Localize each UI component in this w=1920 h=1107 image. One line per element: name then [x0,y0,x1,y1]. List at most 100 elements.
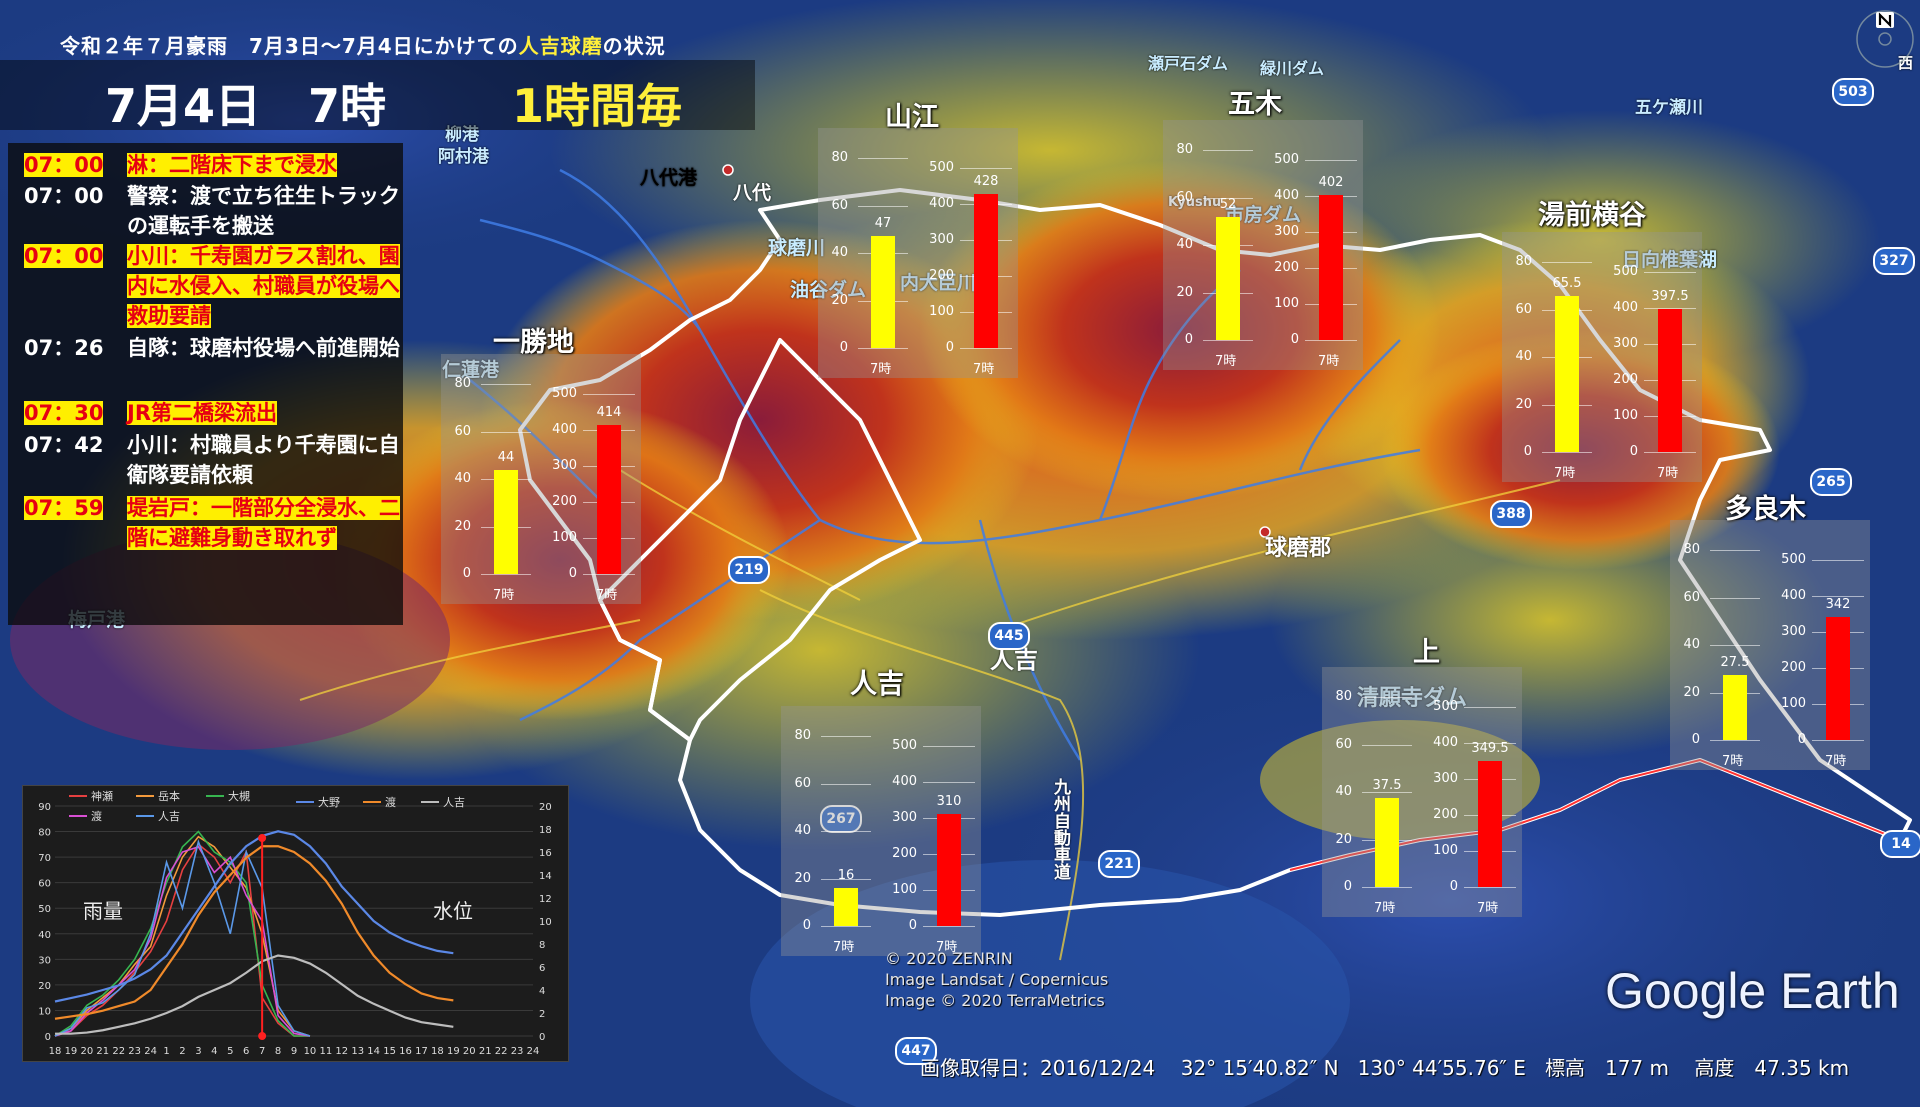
level-axis-tick: 0 [1290,332,1299,347]
level-axis-tick: 300 [1433,771,1458,786]
page-title: 令和２年７月豪雨 7月3日～7月4日にかけての人吉球磨の状況 [60,34,666,58]
right-axis-tick: 18 [539,825,552,836]
x-axis-tick: 1 [163,1046,169,1057]
level-axis-tick: 0 [945,340,954,355]
station-panel[interactable]: 80 60 40 20 0 27.5 7時 500 400 300 200 100 0 342 7時 [1670,520,1870,770]
station-panel[interactable]: 80 60 40 20 0 37.5 7時 500 400 300 200 100 0 349.5 7時 [1322,667,1522,917]
rain-axis-tick: 20 [831,292,848,308]
level-axis-tick: 200 [1781,660,1806,675]
rain-bar [1555,296,1579,452]
station-panel[interactable]: 80 60 40 20 0 65.5 7時 500 400 300 200 100 0 397.5 7時 [1502,232,1702,482]
x-axis-tick: 22 [495,1046,508,1057]
level-axis-tick: 400 [1613,300,1638,315]
x-axis-tick: 9 [291,1046,297,1057]
rainfall-waterlevel-chart[interactable]: 90807060504030201002018161412108642018 19… [22,785,569,1062]
station-name: 人吉 [850,669,904,700]
right-axis-tick: 16 [539,848,552,859]
gridline [821,831,871,832]
station-panel[interactable]: 80 60 40 20 0 44 7時 500 400 300 200 100 0 414 7時 [441,354,641,604]
map-label-kumagun: 球磨郡 [1265,536,1332,561]
rain-time-label: 7時 [493,588,515,603]
rain-bar [1723,674,1747,740]
rain-bar [1375,797,1399,887]
level-time-label: 7時 [1657,466,1679,481]
compass-icon[interactable] [1852,6,1918,72]
gridline [1710,645,1760,646]
route-shield: 265 [1810,468,1852,496]
water-level-value: 310 [936,794,962,810]
route-shield: 388 [1490,500,1532,528]
station-name: 上 [1413,637,1440,668]
time-interval: 1時間毎 [512,79,683,133]
gridline [821,736,871,737]
station-panel[interactable]: 80 60 40 20 0 52 7時 500 400 300 200 100 0 402 7時 [1163,120,1363,370]
rain-time-label: 7時 [833,940,855,955]
level-axis-tick: 500 [552,386,577,401]
event-time: 07：30 [24,401,104,425]
yatsushiro-marker[interactable] [722,164,734,176]
left-axis-tick: 80 [38,828,51,839]
gridline [1203,150,1253,151]
map-label-yatsushiro-port: 八代港 [640,167,698,189]
rain-value: 52 [1219,196,1237,212]
level-axis-tick: 100 [1433,843,1458,858]
x-axis-tick: 13 [351,1046,364,1057]
level-time-label: 7時 [596,588,618,603]
rain-axis-tick: 80 [1176,142,1193,157]
route-shield: 14 [1880,830,1920,858]
level-axis-tick: 400 [1781,588,1806,603]
legend-entry: 大野 [318,795,340,809]
x-axis-tick: 24 [527,1046,540,1057]
rain-axis-tick: 80 [1683,542,1700,557]
event-time: 07：26 [24,336,104,360]
eye-altitude: 高度 47.35 km [1694,1056,1850,1080]
level-axis-tick: 500 [892,738,917,753]
map-label-yatsushiro: 八代 [733,182,772,204]
station-panel[interactable]: 80 60 40 20 0 47 7時 500 400 300 200 100 0 428 7時 [818,128,1018,378]
rain-axis-tick: 20 [454,518,471,534]
rain-axis-tick: 40 [1683,637,1700,652]
rain-axis-tick: 40 [1335,784,1352,799]
x-axis-tick: 2 [179,1046,185,1057]
rain-axis-tick: 20 [1515,396,1532,412]
rain-bar [1216,216,1240,340]
level-axis-tick: 300 [552,458,577,473]
gridline [960,348,1012,349]
x-axis-tick: 14 [367,1046,380,1057]
rain-axis-tick: 60 [1683,589,1700,605]
rain-value: 27.5 [1720,654,1750,670]
rain-axis-tick: 20 [794,870,811,886]
gridline [1644,272,1696,273]
level-axis-tick: 200 [892,846,917,861]
gridline [821,783,871,785]
left-axis-tick: 50 [38,904,51,915]
legend-entry: 渡 [385,795,396,809]
level-axis-tick: 0 [1797,732,1806,747]
legend-entry: 神瀬 [91,789,113,803]
rain-axis-tick: 60 [831,197,848,213]
right-axis-label: 水位 [433,899,473,923]
gridline [1464,887,1516,888]
current-time-dot [258,834,267,842]
current-date: 7月4日 [105,79,262,133]
station-panel[interactable]: 80 60 40 20 0 16 7時 500 400 300 200 100 0 310 7時 [781,706,981,956]
water-level-value: 397.5 [1651,288,1689,304]
level-axis-tick: 100 [1781,696,1806,711]
gridline [1710,550,1760,551]
gridline [1542,452,1592,453]
gridline [1464,707,1516,708]
level-axis-tick: 100 [1274,296,1299,311]
level-axis-tick: 0 [568,566,577,581]
rain-axis-tick: 40 [1176,237,1193,252]
map-credits: © 2020 ZENRIN Image Landsat / Copernicus… [885,948,1108,1011]
x-axis-tick: 21 [96,1046,109,1057]
gridline [858,205,908,207]
gridline [481,384,531,385]
level-axis-tick: 0 [1449,879,1458,894]
station-name: 湯前横谷 [1538,200,1646,231]
rain-time-label: 7時 [870,362,892,377]
event-text: 小川：村職員より千寿園に自衛隊要請依頼 [127,433,400,487]
rain-time-label: 7時 [1215,354,1237,369]
rain-value: 65.5 [1552,276,1582,292]
rain-axis-tick: 60 [794,775,811,791]
